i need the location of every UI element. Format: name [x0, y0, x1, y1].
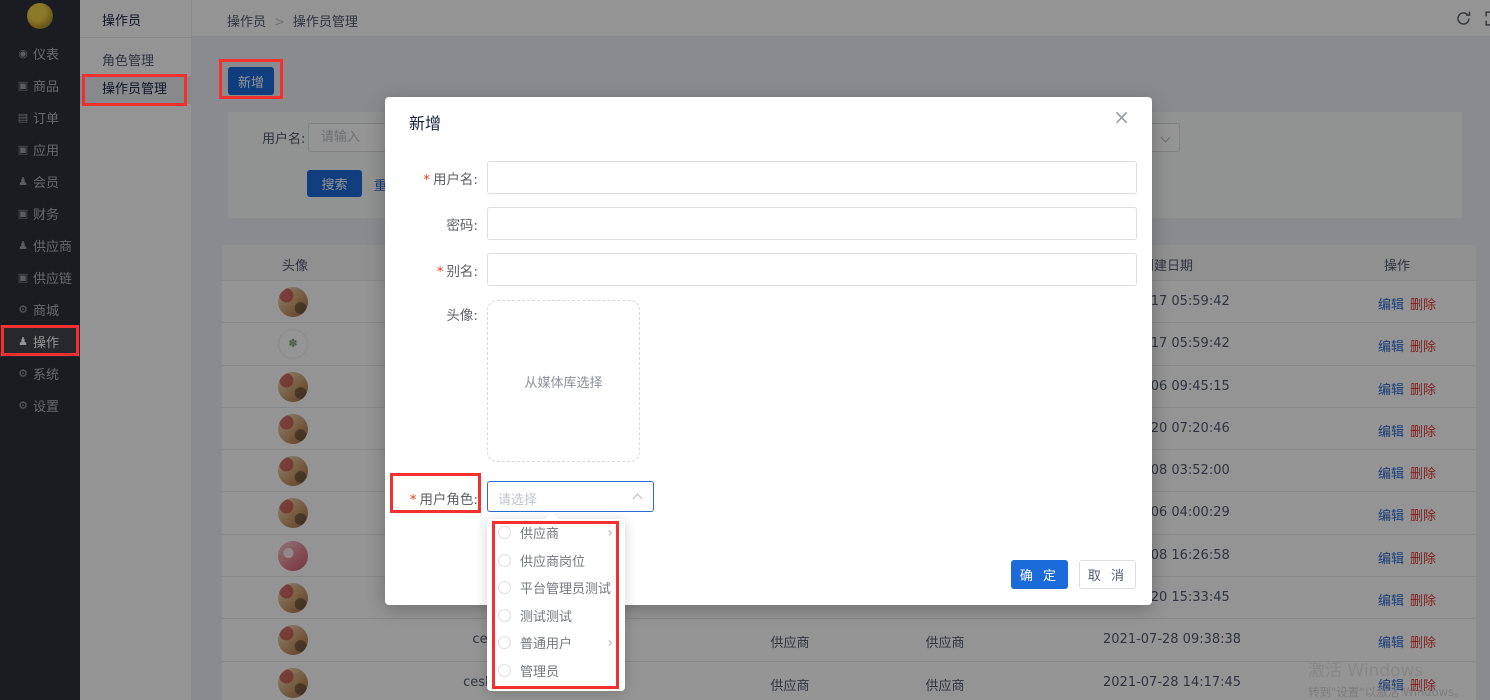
- radio-icon[interactable]: [498, 636, 511, 649]
- alias-label: *别名:: [385, 260, 478, 280]
- user-role-select[interactable]: 请选择: [487, 481, 654, 512]
- avatar-label: 头像:: [385, 304, 478, 324]
- user-role-dropdown: 供应商 › 供应商岗位 平台管理员测试 测试测试 普通用户 › 管理员: [487, 519, 625, 691]
- close-icon[interactable]: ×: [1113, 105, 1130, 129]
- confirm-button[interactable]: 确 定: [1011, 560, 1068, 589]
- user-role-label: *用户角色:: [385, 488, 478, 508]
- radio-icon[interactable]: [498, 554, 511, 567]
- chevron-right-icon: ›: [607, 525, 613, 541]
- dropdown-option[interactable]: 普通用户 ›: [487, 629, 625, 657]
- username-field[interactable]: [487, 161, 1137, 194]
- dropdown-option[interactable]: 管理员: [487, 657, 625, 685]
- radio-icon[interactable]: [498, 581, 511, 594]
- radio-icon[interactable]: [498, 609, 511, 622]
- username-label: *用户名:: [385, 168, 478, 188]
- dropdown-option[interactable]: 测试测试: [487, 602, 625, 630]
- dropdown-option-label: 测试测试: [520, 606, 572, 625]
- dropdown-option-label: 普通用户: [520, 633, 572, 652]
- password-label: 密码:: [385, 214, 478, 234]
- select-placeholder: 请选择: [498, 489, 537, 508]
- alias-field[interactable]: [487, 253, 1137, 286]
- radio-icon[interactable]: [498, 526, 511, 539]
- dropdown-option[interactable]: 平台管理员测试: [487, 574, 625, 602]
- modal-title: 新增: [409, 110, 441, 134]
- chevron-up-icon: [633, 494, 643, 504]
- password-field[interactable]: [487, 207, 1137, 240]
- chevron-right-icon: ›: [607, 635, 613, 651]
- radio-icon[interactable]: [498, 664, 511, 677]
- dropdown-option-label: 供应商: [520, 523, 559, 542]
- dropdown-option[interactable]: 供应商岗位: [487, 547, 625, 575]
- dropdown-option-label: 管理员: [520, 661, 559, 680]
- cancel-button[interactable]: 取 消: [1079, 560, 1136, 589]
- dropdown-option-label: 平台管理员测试: [520, 578, 611, 597]
- dropdown-option[interactable]: 供应商 ›: [487, 519, 625, 547]
- media-library-upload-box[interactable]: 从媒体库选择: [487, 300, 640, 462]
- dropdown-option-label: 供应商岗位: [520, 551, 585, 570]
